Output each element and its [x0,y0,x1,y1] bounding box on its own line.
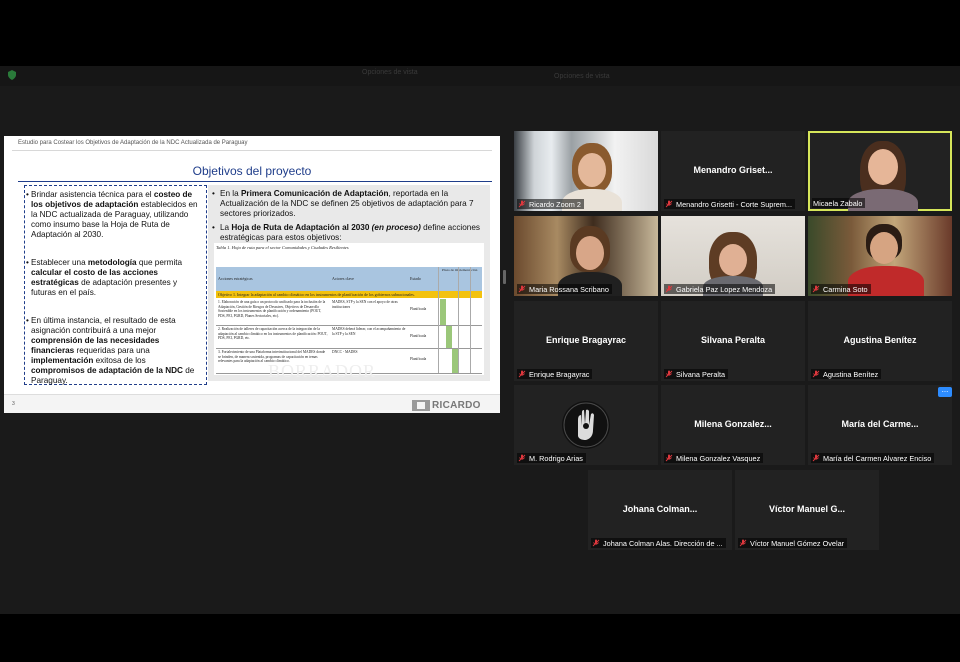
column-header: Acciones estratégicas [218,276,253,281]
mic-muted-icon [518,200,526,208]
video-feed [576,236,604,270]
participant-tile[interactable]: Milena Gonzalez... Milena Gonzalez Vasqu… [661,385,805,465]
participant-tile[interactable]: Johana Colman... Johana Colman Alas. Dir… [588,470,732,550]
participant-tile[interactable]: Ricardo Zoom 2 [514,131,658,211]
participant-name: Johana Colman Alas. Dirección de ... [591,538,726,548]
video-feed [868,149,898,185]
mic-muted-icon [665,200,673,208]
mic-muted-icon [812,370,820,378]
slide-header: Estudio para Costear los Objetivos de Ad… [18,140,248,146]
view-options-button-secondary[interactable]: Opciones de vista [554,73,610,80]
participant-display-name: Enrique Bragayrac [545,335,627,345]
participant-tile[interactable]: Carmina Soto [808,216,952,296]
participant-tile[interactable]: María del Carme... María del Carmen Alva… [808,385,952,465]
column-header: Estado [410,276,421,281]
participant-name: Ricardo Zoom 2 [517,199,584,209]
participant-name: Silvana Peralta [664,369,729,379]
page-number: 3 [12,401,15,407]
participant-tile[interactable]: Enrique Bragayrac Enrique Bragayrac [514,301,658,381]
participant-display-name: Víctor Manuel G... [768,504,845,514]
split-drag-handle[interactable] [503,270,506,284]
video-feed [719,244,747,276]
mic-muted-icon [592,539,600,547]
participant-name: Gabriela Paz Lopez Mendoza [664,284,776,294]
participant-tile-active-speaker[interactable]: Micaela Zabalo [808,131,952,211]
participant-tile[interactable]: Menandro Griset... Menandro Grisetti - C… [661,131,805,211]
draft-watermark: BORRADOR [268,361,377,381]
participant-name: Víctor Manuel Gómez Ovelar [738,538,848,548]
objective-item-3: En última instancia, el resultado de est… [26,316,201,386]
top-bar: Opciones de vista Opciones de vista [0,66,960,86]
participant-display-name: Milena Gonzalez... [694,419,772,429]
participant-tile[interactable]: Maria Rossana Scribano [514,216,658,296]
more-options-button[interactable]: ... [938,386,952,397]
video-feed [870,232,898,264]
shared-screen-slide: Estudio para Costear los Objetivos de Ad… [4,136,500,413]
objective-item-2: Establecer una metodología que permita c… [26,258,201,298]
participant-name: Enrique Bragayrac [517,369,593,379]
participant-name: Micaela Zabalo [812,198,866,208]
timeline-bar [440,299,446,325]
participant-display-name: Agustina Benítez [843,335,917,345]
objective-row: Objetivo 1. Integrar la adaptación al ca… [216,291,482,298]
participant-display-name: Menandro Griset... [693,165,773,175]
participant-name: María del Carmen Alvarez Enciso [811,453,935,463]
table-caption: Tabla 1. Hoja de ruta para el sector Com… [216,245,349,250]
objective-item-1: Brindar asistencia técnica para el coste… [26,190,201,240]
profile-avatar [562,401,610,449]
participant-name: Milena Gonzalez Vasquez [664,453,764,463]
grid-line [470,267,471,373]
participant-name: Menandro Grisetti - Corte Suprem... [664,199,795,209]
column-header: Actores clave [332,276,354,281]
logo-text: RICARDO [432,399,481,411]
roadmap-table: Tabla 1. Hoja de ruta para el sector Com… [214,243,484,381]
mic-muted-icon [665,370,673,378]
objectives-box: Brindar asistencia técnica para el coste… [24,185,207,385]
mic-muted-icon [518,454,526,462]
participant-name: Maria Rossana Scribano [517,284,612,294]
participant-display-name: Johana Colman... [622,504,698,514]
mic-muted-icon [812,285,820,293]
mic-muted-icon [518,370,526,378]
ricardo-logo: RICARDO [412,399,481,411]
divider [18,181,492,182]
grid-line [438,267,439,373]
slide-title: Objetivos del proyecto [192,164,312,178]
participant-tile[interactable]: Silvana Peralta Silvana Peralta [661,301,805,381]
mic-muted-icon [665,285,673,293]
mic-muted-icon [739,539,747,547]
participant-tile[interactable]: Víctor Manuel G... Víctor Manuel Gómez O… [735,470,879,550]
participant-tile[interactable]: Gabriela Paz Lopez Mendoza [661,216,805,296]
slide-footer: 3 RICARDO [4,394,500,413]
mic-muted-icon [665,454,673,462]
context-item-2: La Hoja de Ruta de Adaptación al 2030 (e… [212,223,486,243]
grid-line [458,267,459,373]
participant-name: Carmina Soto [811,284,871,294]
divider [12,150,492,151]
participant-name: M. Rodrigo Arias [517,453,586,463]
logo-mark-icon [412,399,430,411]
participant-tile[interactable]: Agustina Benítez Agustina Benítez [808,301,952,381]
mic-muted-icon [812,454,820,462]
table-header: Acciones estratégicas Actores clave Esta… [216,267,482,291]
column-header: Plazo de implementación [442,268,478,272]
shield-icon[interactable] [7,70,17,80]
participant-display-name: María del Carme... [841,419,919,429]
participant-tile[interactable]: M. Rodrigo Arias [514,385,658,465]
participant-display-name: Silvana Peralta [700,335,766,345]
mic-muted-icon [518,285,526,293]
table-row: 2. Realización de talleres de capacitaci… [216,326,482,349]
context-box: En la Primera Comunicación de Adaptación… [208,185,490,381]
view-options-button[interactable]: Opciones de vista [362,69,418,76]
context-item-1: En la Primera Comunicación de Adaptación… [212,189,486,219]
participant-name: Agustina Benítez [811,369,882,379]
timeline-bar [446,326,452,348]
video-feed [578,153,606,187]
